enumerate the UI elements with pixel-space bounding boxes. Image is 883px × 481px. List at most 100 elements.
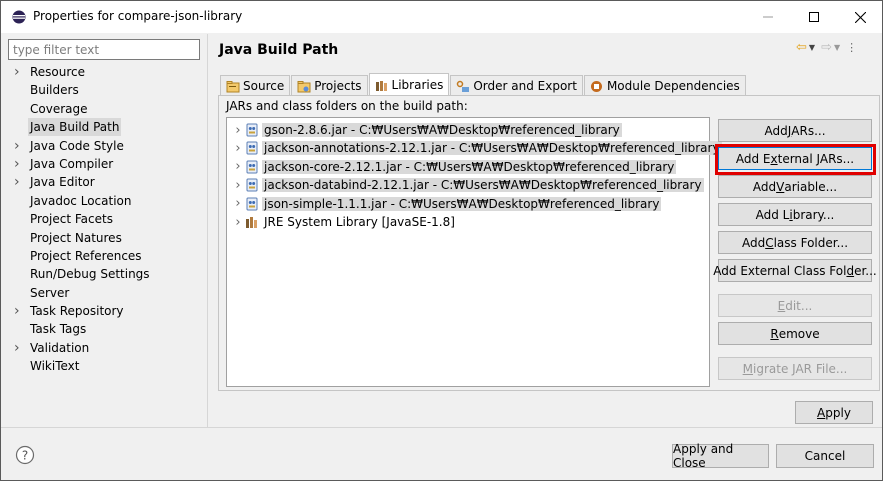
library-entry[interactable]: › jackson-core-2.12.1.jar - C:₩Users₩A₩De… — [231, 158, 677, 176]
nav-item-task-repository[interactable]: › Task Repository — [8, 302, 206, 320]
expand-chevron-icon[interactable]: › — [14, 173, 24, 191]
nav-item-label: Javadoc Location — [30, 193, 132, 208]
remove-button[interactable]: Remove — [718, 322, 872, 345]
history-nav: ⇦ ▼ ⇨ ▼ ⋮ — [796, 39, 857, 55]
maximize-button[interactable] — [791, 1, 837, 33]
add-library-button[interactable]: Add Li brary... — [718, 203, 872, 226]
close-button[interactable] — [837, 1, 883, 33]
nav-item-validation[interactable]: › Validation — [8, 339, 206, 357]
projects-folder-icon — [297, 80, 311, 92]
apply-and-close-button[interactable]: Apply and Close — [672, 442, 769, 470]
nav-item-java-code-style[interactable]: › Java Code Style — [8, 137, 206, 155]
add-jars-button[interactable]: Add J ARs... — [718, 119, 872, 142]
jar-file-icon — [246, 178, 258, 192]
tab-projects[interactable]: Projects — [291, 75, 368, 96]
nav-item-javadoc-location[interactable]: Javadoc Location — [8, 192, 206, 210]
nav-item-label: Run/Debug Settings — [30, 267, 150, 282]
nav-item-label: Project Natures — [30, 230, 122, 245]
forward-menu-chevron-icon[interactable]: ▼ — [834, 43, 840, 52]
forward-arrow-icon[interactable]: ⇨ — [821, 40, 832, 55]
expand-chevron-icon[interactable]: › — [231, 123, 245, 138]
module-dependencies-icon — [590, 80, 602, 92]
library-entry-label: gson-2.8.6.jar - C:₩Users₩A₩Desktop₩refe… — [262, 123, 622, 137]
footer-divider — [1, 427, 882, 428]
build-path-tabs: Source Projects Libraries Order and Expo… — [220, 73, 747, 96]
order-export-icon — [457, 80, 470, 92]
library-entry[interactable]: › JRE System Library [JavaSE-1.8] — [231, 213, 457, 231]
close-icon — [854, 11, 866, 23]
library-entry-label: json-simple-1.1.1.jar - C:₩Users₩A₩Deskt… — [262, 196, 662, 211]
expand-chevron-icon[interactable]: › — [14, 63, 24, 81]
jre-library-icon — [246, 217, 257, 228]
tab-order-and-export[interactable]: Order and Export — [450, 75, 583, 96]
library-entry[interactable]: › jackson-annotations-2.12.1.jar - C:₩Use… — [231, 139, 722, 157]
tab-source[interactable]: Source — [220, 75, 291, 96]
minimize-button[interactable] — [745, 1, 791, 33]
back-menu-chevron-icon[interactable]: ▼ — [809, 43, 815, 52]
nav-item-resource[interactable]: › Resource — [8, 63, 206, 81]
nav-item-run-debug-settings[interactable]: Run/Debug Settings — [8, 265, 206, 283]
nav-item-label: Java Code Style — [30, 138, 124, 153]
migrate-jar-button[interactable]: Migrate JAR File... — [718, 357, 872, 380]
add-external-jars-button[interactable]: Add Ex ternal JARs... — [718, 147, 872, 170]
libraries-caption: JARs and class folders on the build path… — [226, 99, 468, 113]
expand-chevron-icon[interactable]: › — [231, 159, 245, 174]
tab-libraries[interactable]: Libraries — [368, 73, 450, 96]
nav-item-server[interactable]: Server — [8, 284, 206, 302]
library-entry[interactable]: › json-simple-1.1.1.jar - C:₩Users₩A₩Desk… — [231, 195, 662, 213]
add-class-folder-button[interactable]: Add Class Folder... — [718, 231, 872, 254]
expand-chevron-icon[interactable]: › — [14, 302, 24, 320]
nav-item-project-facets[interactable]: Project Facets — [8, 210, 206, 228]
maximize-icon — [809, 12, 819, 22]
nav-item-builders[interactable]: Builders — [8, 81, 206, 99]
window-title: Properties for compare-json-library — [33, 9, 243, 23]
library-entry-label: JRE System Library [JavaSE-1.8] — [264, 215, 455, 229]
properties-dialog: Properties for compare-json-library › Res… — [0, 0, 883, 481]
add-variable-button[interactable]: Add Variable... — [718, 175, 872, 198]
nav-item-coverage[interactable]: Coverage — [8, 100, 206, 118]
nav-item-java-compiler[interactable]: › Java Compiler — [8, 155, 206, 173]
expand-chevron-icon[interactable]: › — [231, 215, 245, 230]
view-menu-icon[interactable]: ⋮ — [846, 41, 857, 54]
libraries-list[interactable]: › gson-2.8.6.jar - C:₩Users₩A₩Desktop₩ref… — [226, 117, 722, 387]
nav-item-label: Builders — [30, 83, 79, 98]
expand-chevron-icon[interactable]: › — [14, 155, 24, 173]
library-entry-label: jackson-databind-2.12.1.jar - C:₩Users₩A… — [262, 178, 704, 193]
edit-button[interactable]: Edit... — [718, 294, 872, 317]
library-entry-label: jackson-core-2.12.1.jar - C:₩Users₩A₩Des… — [262, 159, 677, 174]
source-folder-icon — [226, 80, 240, 92]
nav-item-project-natures[interactable]: Project Natures — [8, 229, 206, 247]
apply-button[interactable]: Apply — [795, 401, 873, 424]
pane-divider — [207, 34, 208, 427]
help-icon[interactable]: ? — [15, 445, 35, 465]
expand-chevron-icon[interactable]: › — [14, 339, 24, 357]
property-page-tree: › Resource Builders Coverage Java Build Path… — [8, 63, 206, 376]
cancel-button[interactable]: Cancel — [776, 444, 874, 468]
filter-input[interactable] — [8, 39, 200, 60]
nav-item-label: Java Compiler — [30, 156, 114, 171]
expand-chevron-icon[interactable]: › — [231, 141, 245, 156]
jar-file-icon — [246, 123, 258, 137]
back-arrow-icon[interactable]: ⇦ — [796, 40, 807, 55]
expand-chevron-icon[interactable]: › — [231, 178, 245, 193]
nav-item-java-editor[interactable]: › Java Editor — [8, 173, 206, 191]
library-entry[interactable]: › jackson-databind-2.12.1.jar - C:₩Users₩… — [231, 176, 704, 194]
expand-chevron-icon[interactable]: › — [231, 196, 245, 211]
nav-item-java-build-path[interactable]: Java Build Path — [8, 118, 206, 137]
nav-item-label: Project Facets — [30, 212, 113, 227]
nav-item-label: Project References — [30, 248, 142, 263]
expand-chevron-icon[interactable]: › — [14, 137, 24, 155]
add-external-class-folder-button[interactable]: Add External Class Fol d er... — [713, 259, 877, 282]
nav-item-task-tags[interactable]: Task Tags — [8, 320, 206, 338]
tab-module-dependencies[interactable]: Module Dependencies — [583, 75, 746, 96]
nav-item-label: Resource — [30, 65, 86, 79]
eclipse-app-icon — [12, 10, 26, 24]
library-entry-label: jackson-annotations-2.12.1.jar - C:₩User… — [262, 141, 722, 156]
libraries-icon — [375, 80, 387, 91]
nav-item-label: Validation — [30, 340, 90, 355]
nav-item-wikitext[interactable]: WikiText — [8, 357, 206, 375]
nav-item-project-references[interactable]: Project References — [8, 247, 206, 265]
library-entry[interactable]: › gson-2.8.6.jar - C:₩Users₩A₩Desktop₩ref… — [231, 121, 622, 139]
jar-file-icon — [246, 197, 258, 211]
nav-item-label: Server — [30, 285, 70, 300]
